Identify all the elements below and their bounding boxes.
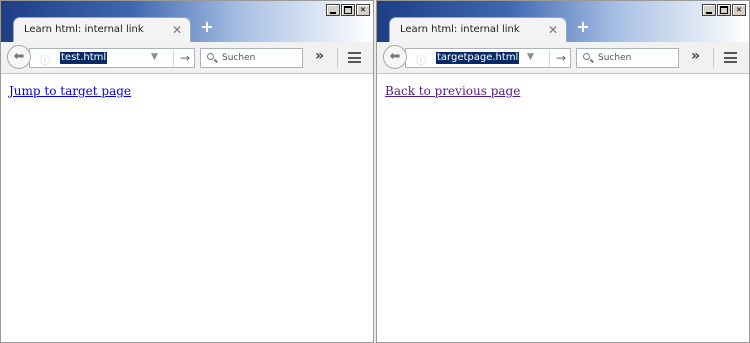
hamburger-icon[interactable]: [348, 52, 361, 63]
jump-link[interactable]: Jump to target page: [9, 84, 131, 98]
maximize-button[interactable]: [717, 4, 731, 16]
back-link[interactable]: Back to previous page: [385, 84, 520, 98]
arrow-left-icon[interactable]: ⬅: [7, 45, 31, 69]
url-dropdown-icon[interactable]: ▼: [527, 52, 534, 62]
search-placeholder: Suchen: [222, 53, 256, 63]
minimize-icon: [706, 11, 712, 14]
browser-window-right: ✕ Learn html: internal link ✕ + ⓘ target…: [376, 0, 750, 343]
browser-window-left: ✕ Learn html: internal link ✕ + ⓘ test.h…: [0, 0, 374, 343]
maximize-button[interactable]: [341, 4, 355, 16]
search-placeholder: Suchen: [598, 53, 632, 63]
maximize-icon: [720, 6, 728, 14]
toolbar-separator: [337, 48, 338, 68]
browser-tab[interactable]: Learn html: internal link ✕: [13, 17, 191, 43]
arrow-right-icon[interactable]: →: [549, 50, 566, 66]
double-chevron-icon[interactable]: »: [691, 48, 700, 64]
arrow-right-icon[interactable]: →: [173, 50, 190, 66]
browser-tab[interactable]: Learn html: internal link ✕: [389, 17, 567, 43]
url-text[interactable]: targetpage.html: [436, 52, 520, 64]
url-bar[interactable]: ⓘ test.html ▼ →: [29, 48, 195, 68]
tab-title: Learn html: internal link: [24, 24, 144, 35]
magnifier-icon: [583, 53, 590, 60]
url-bar[interactable]: ⓘ targetpage.html ▼ →: [405, 48, 571, 68]
close-icon[interactable]: ✕: [172, 23, 182, 37]
arrow-left-icon[interactable]: ⬅: [383, 45, 407, 69]
search-input[interactable]: Suchen: [200, 48, 303, 68]
navigation-toolbar: ⓘ test.html ▼ → ⬅ Suchen »: [1, 42, 373, 74]
navigation-toolbar: ⓘ targetpage.html ▼ → ⬅ Suchen »: [377, 42, 749, 74]
window-controls: ✕: [702, 4, 746, 16]
close-icon[interactable]: ✕: [548, 23, 558, 37]
window-controls: ✕: [326, 4, 370, 16]
title-bar: ✕ Learn html: internal link ✕ +: [1, 1, 373, 43]
tab-title: Learn html: internal link: [400, 24, 520, 35]
double-chevron-icon[interactable]: »: [315, 48, 324, 64]
maximize-icon: [344, 6, 352, 14]
plus-icon[interactable]: +: [198, 18, 216, 36]
page-content: Jump to target page: [1, 74, 373, 342]
page-content: Back to previous page: [377, 74, 749, 342]
site-info-icon[interactable]: ⓘ: [416, 52, 426, 67]
close-window-button[interactable]: ✕: [732, 4, 746, 16]
magnifier-icon: [207, 53, 214, 60]
toolbar-separator: [713, 48, 714, 68]
title-bar: ✕ Learn html: internal link ✕ +: [377, 1, 749, 43]
minimize-button[interactable]: [702, 4, 716, 16]
plus-icon[interactable]: +: [574, 18, 592, 36]
close-window-icon: ✕: [736, 4, 742, 15]
site-info-icon[interactable]: ⓘ: [40, 52, 50, 67]
hamburger-icon[interactable]: [724, 52, 737, 63]
minimize-button[interactable]: [326, 4, 340, 16]
url-dropdown-icon[interactable]: ▼: [151, 52, 158, 62]
minimize-icon: [330, 11, 336, 14]
close-window-icon: ✕: [360, 4, 366, 15]
url-text[interactable]: test.html: [60, 52, 108, 64]
search-input[interactable]: Suchen: [576, 48, 679, 68]
close-window-button[interactable]: ✕: [356, 4, 370, 16]
